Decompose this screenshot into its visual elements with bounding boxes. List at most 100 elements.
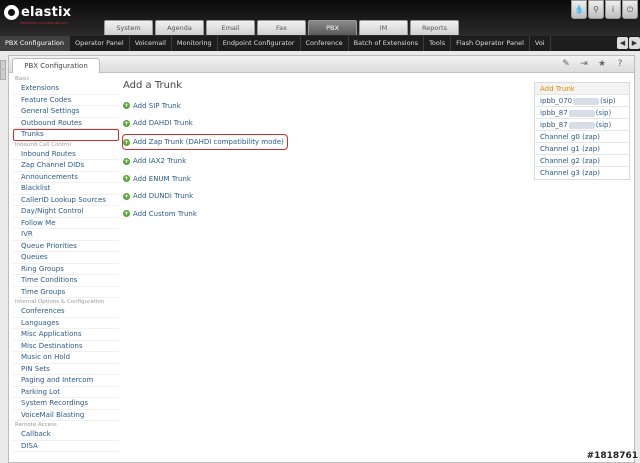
sidebar-item-disa[interactable]: DISA bbox=[13, 441, 119, 452]
plus-icon: + bbox=[123, 175, 130, 182]
tab-reports[interactable]: Reports bbox=[410, 20, 459, 35]
sidebar-item-feature-codes[interactable]: Feature Codes bbox=[13, 95, 119, 106]
link-add-enum-trunk[interactable]: + Add ENUM Trunk bbox=[123, 173, 423, 184]
scroll-right-icon[interactable]: ▶ bbox=[629, 37, 640, 49]
sidebar-item-music-on-hold[interactable]: Music on Hold bbox=[13, 352, 119, 364]
sidebar-item-trunks[interactable]: Trunks bbox=[13, 129, 119, 141]
tab-pbx[interactable]: PBX bbox=[308, 20, 357, 35]
trunk-name: ipbb_87 bbox=[540, 109, 568, 117]
submenu-bar: PBX Configuration Operator Panel Voicemail… bbox=[0, 36, 640, 51]
tab-fax[interactable]: Fax bbox=[257, 20, 306, 35]
tab-system[interactable]: System bbox=[104, 20, 153, 35]
trunk-list-item[interactable]: Channel g3 (zap) bbox=[535, 167, 629, 179]
submenu-pbx-configuration[interactable]: PBX Configuration bbox=[0, 36, 70, 51]
trunk-list-item[interactable]: ipbb_87 (sip) bbox=[535, 107, 629, 119]
sidebar-item-day-night-control[interactable]: Day/Night Control bbox=[13, 206, 119, 218]
sidebar-item-voicemail-blasting[interactable]: VoiceMail Blasting bbox=[13, 410, 119, 421]
submenu-tools[interactable]: Tools bbox=[424, 36, 452, 51]
sidebar-item-blacklist[interactable]: Blacklist bbox=[13, 183, 119, 195]
link-add-dahdi-trunk[interactable]: + Add DAHDI Trunk bbox=[123, 118, 423, 129]
trunk-list-item[interactable]: ipbb_87 (sip) bbox=[535, 119, 629, 131]
sidebar-item-follow-me[interactable]: Follow Me bbox=[13, 218, 119, 229]
star-icon[interactable]: ★ bbox=[594, 58, 610, 71]
pbx-sidebar: Basic Extensions Feature Codes General Sett… bbox=[13, 75, 119, 452]
trunk-list: Add Trunk ipbb_070 (sip) ipbb_87 (sip) ipbb_… bbox=[534, 82, 630, 180]
sidebar-item-inbound-routes[interactable]: Inbound Routes bbox=[13, 149, 119, 160]
page-title: Add a Trunk bbox=[123, 80, 183, 91]
submenu-monitoring[interactable]: Monitoring bbox=[172, 36, 218, 51]
sidebar-item-pin-sets[interactable]: PIN Sets bbox=[13, 364, 119, 375]
trunk-name: Channel g1 (zap) bbox=[540, 145, 600, 153]
sidebar-item-outbound-routes[interactable]: Outbound Routes bbox=[13, 118, 119, 129]
link-label: Add DUNDi Trunk bbox=[133, 192, 194, 200]
top-icons: 💧 ⚲ i ⏻ bbox=[570, 0, 638, 19]
sidebar-item-general-settings[interactable]: General Settings bbox=[13, 106, 119, 118]
link-add-zap-trunk-dahdi-compatibility-mode[interactable]: + Add Zap Trunk (DAHDI compatibility mode… bbox=[122, 134, 288, 150]
sidebar-section-internal-options-configuration: Internal Options & Configuration bbox=[15, 299, 105, 305]
sidebar-item-extensions[interactable]: Extensions bbox=[13, 83, 119, 95]
tab-email[interactable]: Email bbox=[206, 20, 255, 35]
sidebar-item-zap-channel-dids[interactable]: Zap Channel DIDs bbox=[13, 160, 119, 172]
sidebar-item-system-recordings[interactable]: System Recordings bbox=[13, 398, 119, 410]
trunk-name: Channel g2 (zap) bbox=[540, 157, 600, 165]
edit-icon[interactable]: ✎ bbox=[558, 58, 574, 71]
submenu-flash-operator-panel[interactable]: Flash Operator Panel bbox=[451, 36, 530, 51]
sidebar-item-queue-priorities[interactable]: Queue Priorities bbox=[13, 241, 119, 252]
collapse-icon[interactable]: ⇥ bbox=[576, 58, 592, 71]
droplet-icon[interactable]: 💧 bbox=[571, 0, 587, 19]
link-add-iax2-trunk[interactable]: + Add IAX2 Trunk bbox=[123, 156, 423, 167]
main-tabs: System Agenda Email Fax PBX IM Reports bbox=[104, 20, 461, 35]
sidebar-item-misc-destinations[interactable]: Misc Destinations bbox=[13, 341, 119, 352]
tab-pbx-configuration[interactable]: PBX Configuration bbox=[12, 58, 100, 73]
panel-actions: ✎ ⇥ ★ ? bbox=[556, 58, 628, 71]
link-add-dundi-trunk[interactable]: + Add DUNDi Trunk bbox=[123, 191, 423, 202]
trunk-list-item[interactable]: Channel g2 (zap) bbox=[535, 155, 629, 167]
trunk-list-item[interactable]: Channel g0 (zap) bbox=[535, 131, 629, 143]
redacted-mark bbox=[568, 109, 595, 117]
sidebar-item-ivr[interactable]: IVR bbox=[13, 229, 119, 241]
submenu-operator-panel[interactable]: Operator Panel bbox=[70, 36, 130, 51]
submenu-endpoint-configurator[interactable]: Endpoint Configurator bbox=[218, 36, 301, 51]
trunk-tech: (sip) bbox=[600, 97, 616, 105]
sidebar-item-misc-applications[interactable]: Misc Applications bbox=[13, 329, 119, 341]
info-icon[interactable]: i bbox=[605, 0, 621, 19]
sidebar-item-conferences[interactable]: Conferences bbox=[13, 306, 119, 318]
add-trunk-link[interactable]: Add Trunk bbox=[535, 83, 629, 95]
sidebar-item-languages[interactable]: Languages bbox=[13, 318, 119, 329]
trunk-type-links: + Add SIP Trunk + Add DAHDI Trunk + Add Zap T… bbox=[122, 100, 423, 219]
tab-agenda[interactable]: Agenda bbox=[155, 20, 204, 35]
sidebar-item-ring-groups[interactable]: Ring Groups bbox=[13, 264, 119, 275]
search-icon[interactable]: ⚲ bbox=[588, 0, 604, 19]
sidebar-section-remote-access: Remote Access bbox=[15, 422, 57, 428]
submenu-voicemail[interactable]: Voicemail bbox=[130, 36, 172, 51]
sidebar-item-time-conditions[interactable]: Time Conditions bbox=[13, 275, 119, 287]
trunk-list-item[interactable]: Channel g1 (zap) bbox=[535, 143, 629, 155]
link-label: Add SIP Trunk bbox=[133, 101, 181, 110]
plus-icon: + bbox=[123, 102, 130, 109]
sidebar-item-queues[interactable]: Queues bbox=[13, 252, 119, 264]
watermark: #1818761 bbox=[586, 451, 638, 461]
redacted-mark bbox=[568, 121, 595, 129]
power-icon[interactable]: ⏻ bbox=[622, 0, 638, 19]
sidebar-item-parking-lot[interactable]: Parking Lot bbox=[13, 387, 119, 398]
link-label: Add ENUM Trunk bbox=[133, 174, 191, 183]
elastix-logo[interactable]: elastix bbox=[4, 5, 71, 20]
sidebar-item-callerid-lookup-sources[interactable]: CallerID Lookup Sources bbox=[13, 195, 119, 206]
sidebar-toggle-handle[interactable]: › bbox=[0, 60, 6, 80]
submenu-batch-of-extensions[interactable]: Batch of Extensions bbox=[349, 36, 425, 51]
sidebar-item-callback[interactable]: Callback bbox=[13, 429, 119, 441]
help-icon[interactable]: ? bbox=[612, 58, 628, 71]
sidebar-item-announcements[interactable]: Announcements bbox=[13, 172, 119, 183]
logo-mark-icon bbox=[4, 5, 19, 20]
submenu-conference[interactable]: Conference bbox=[301, 36, 349, 51]
link-add-custom-trunk[interactable]: + Add Custom Trunk bbox=[123, 208, 423, 219]
link-add-sip-trunk[interactable]: + Add SIP Trunk bbox=[123, 100, 423, 111]
sidebar-item-paging-and-intercom[interactable]: Paging and Intercom bbox=[13, 375, 119, 387]
sidebar-item-time-groups[interactable]: Time Groups bbox=[13, 287, 119, 298]
tab-im[interactable]: IM bbox=[359, 20, 408, 35]
scroll-left-icon[interactable]: ◀ bbox=[617, 37, 628, 49]
trunk-name: ipbb_87 bbox=[540, 121, 568, 129]
submenu-voi[interactable]: Voi bbox=[530, 36, 551, 51]
plus-icon: + bbox=[123, 119, 130, 127]
trunk-list-item[interactable]: ipbb_070 (sip) bbox=[535, 95, 629, 107]
